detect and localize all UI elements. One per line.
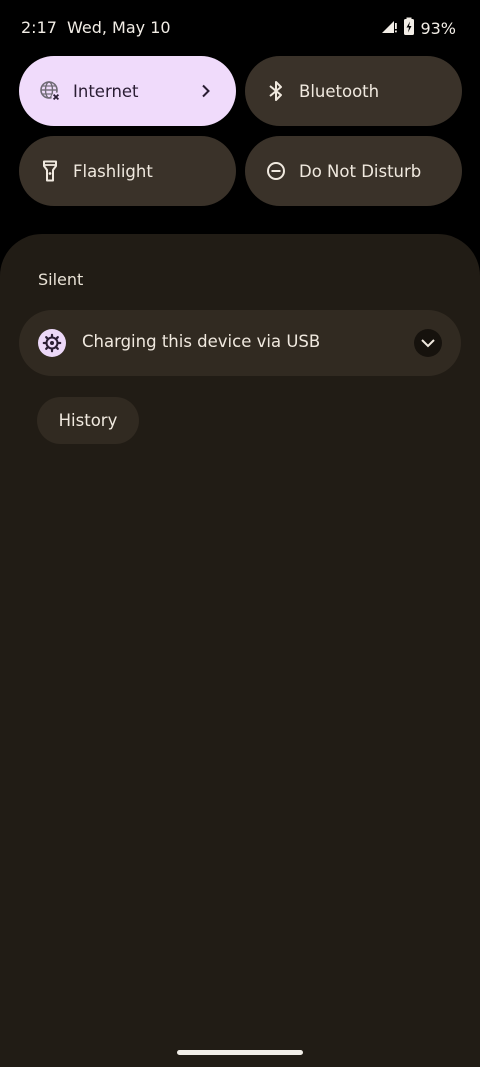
battery-charging-icon (403, 17, 415, 39)
status-time: 2:17 (21, 18, 57, 37)
tile-flashlight[interactable]: Flashlight (19, 136, 236, 206)
usb-settings-icon (38, 329, 66, 357)
bluetooth-icon (264, 79, 288, 103)
tile-internet-label: Internet (73, 81, 139, 101)
expand-chevron-down-icon[interactable] (414, 329, 442, 357)
history-button[interactable]: History (37, 397, 139, 444)
chevron-right-icon[interactable] (194, 79, 218, 103)
notification-title: Charging this device via USB (82, 332, 321, 351)
notification-shade: Silent Charging this device via USB Hist… (0, 234, 480, 1067)
android-screen: 2:17 Wed, May 10 93% Internet Bluetooth … (0, 0, 480, 1067)
do-not-disturb-icon (264, 159, 288, 183)
status-date: Wed, May 10 (67, 18, 171, 37)
battery-percent: 93% (420, 18, 456, 38)
section-header-silent: Silent (38, 270, 84, 289)
notification-usb-charging[interactable]: Charging this device via USB (19, 310, 461, 376)
tile-flashlight-label: Flashlight (73, 161, 153, 181)
tile-do-not-disturb-label: Do Not Disturb (299, 161, 422, 181)
tile-bluetooth-label: Bluetooth (299, 81, 380, 101)
tile-internet[interactable]: Internet (19, 56, 236, 126)
tile-bluetooth[interactable]: Bluetooth (245, 56, 462, 126)
tile-do-not-disturb[interactable]: Do Not Disturb (245, 136, 462, 206)
status-bar: 2:17 Wed, May 10 93% (0, 0, 480, 56)
signal-icon (380, 17, 398, 39)
globe-off-icon (38, 79, 62, 103)
flashlight-icon (38, 159, 62, 183)
status-icons: 93% (380, 17, 456, 39)
gesture-nav-handle[interactable] (177, 1050, 303, 1055)
